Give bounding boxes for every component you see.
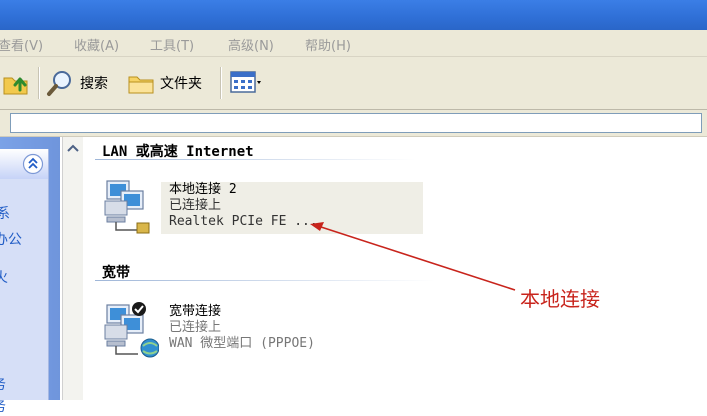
address-field[interactable] — [10, 113, 702, 133]
task-panel-header — [0, 149, 48, 179]
task-link[interactable]: 务 — [0, 374, 6, 394]
folder-icon — [128, 76, 154, 94]
connection-status: 已连接上 — [169, 198, 222, 213]
menu-favorites[interactable]: 收藏(A) — [74, 35, 119, 54]
folders-button-label: 文件夹 — [160, 76, 202, 92]
group-title-lan: LAN 或高速 Internet — [102, 144, 254, 160]
views-button[interactable] — [230, 69, 262, 97]
annotation-label: 本地连接 — [520, 287, 600, 311]
toolbar-separator — [38, 67, 40, 99]
network-connection-icon — [104, 180, 150, 234]
vertical-scrollbar[interactable] — [62, 137, 84, 400]
scroll-up-icon[interactable] — [64, 141, 82, 155]
connection-details: 本地连接 2 已连接上 Realtek PCIe FE ... — [169, 182, 318, 230]
menu-bar: 查看(V) 收藏(A) 工具(T) 高级(N) 帮助(H) — [0, 30, 707, 57]
connections-list: LAN 或高速 Internet 本地连接 2 已连接上 Realtek PCI… — [83, 137, 707, 400]
group-divider — [95, 280, 435, 281]
toolbar-separator — [220, 67, 222, 99]
toolbar: 搜索 文件夹 — [0, 57, 707, 110]
task-link[interactable]: 火 — [0, 267, 8, 287]
menu-tools[interactable]: 工具(T) — [150, 35, 194, 54]
menu-view[interactable]: 查看(V) — [0, 35, 43, 54]
connection-name: 本地连接 2 — [169, 182, 237, 197]
task-panel: 系 办公 火 务 务 — [0, 149, 49, 415]
menu-help[interactable]: 帮助(H) — [305, 35, 351, 54]
window-titlebar — [0, 0, 707, 30]
search-button[interactable]: 搜索 — [46, 69, 108, 97]
task-link[interactable]: 系 — [0, 203, 10, 223]
group-title-broadband: 宽带 — [102, 265, 130, 281]
connection-name: 宽带连接 — [169, 304, 222, 319]
task-pane: 系 办公 火 务 务 — [0, 137, 60, 415]
search-icon — [47, 71, 71, 96]
task-link[interactable]: 务 — [0, 396, 6, 416]
up-folder-button[interactable] — [2, 69, 32, 97]
group-divider — [95, 159, 415, 160]
connection-device: WAN 微型端口 (PPPOE) — [169, 336, 315, 351]
connection-status: 已连接上 — [169, 320, 222, 335]
up-folder-icon — [3, 77, 28, 95]
address-bar — [0, 110, 707, 137]
connection-details: 宽带连接 已连接上 WAN 微型端口 (PPPOE) — [169, 304, 315, 352]
broadband-connection-icon — [104, 302, 159, 358]
menu-advanced[interactable]: 高级(N) — [228, 35, 274, 54]
connection-device: Realtek PCIe FE ... — [169, 214, 318, 229]
search-button-label: 搜索 — [80, 76, 108, 92]
views-icon — [230, 71, 261, 93]
folders-button[interactable]: 文件夹 — [126, 69, 202, 97]
task-link[interactable]: 办公 — [0, 229, 22, 249]
collapse-chevron-icon[interactable] — [22, 153, 44, 175]
